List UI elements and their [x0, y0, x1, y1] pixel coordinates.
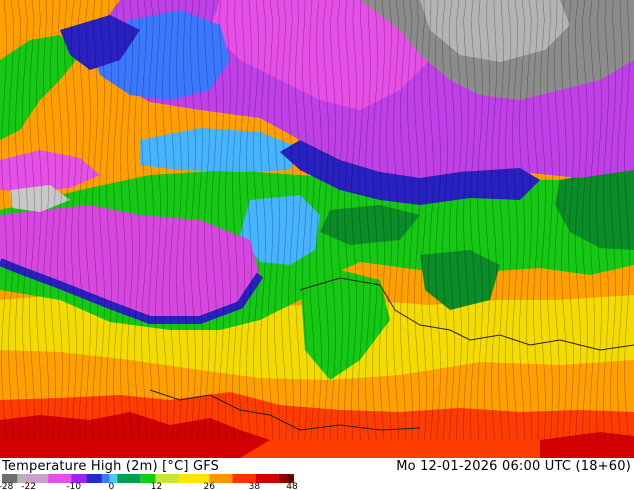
- color-scale-tick-label: 26: [203, 482, 215, 490]
- color-scale-tick-label: -28: [0, 482, 14, 490]
- weather-map-page: Temperature High (2m) [°C] GFS Mo 12-01-…: [0, 0, 634, 490]
- color-scale-tick-label: -10: [66, 482, 82, 490]
- color-scale-tick-label: -22: [21, 482, 36, 490]
- color-scale-tick-label: 0: [108, 482, 115, 490]
- valid-time: Mo 12-01-2026 06:00 UTC (18+60): [396, 459, 631, 474]
- color-scale-tick-label: 38: [248, 482, 261, 490]
- color-scale-tick-label: 12: [150, 482, 163, 490]
- color-scale-tick-label: 48: [286, 482, 298, 490]
- map-title: Temperature High (2m) [°C] GFS: [2, 459, 220, 474]
- map-footer: Temperature High (2m) [°C] GFS Mo 12-01-…: [0, 458, 634, 490]
- color-scale-segment: [117, 474, 141, 483]
- color-scale-segment: [86, 474, 102, 483]
- temperature-map: [0, 0, 634, 458]
